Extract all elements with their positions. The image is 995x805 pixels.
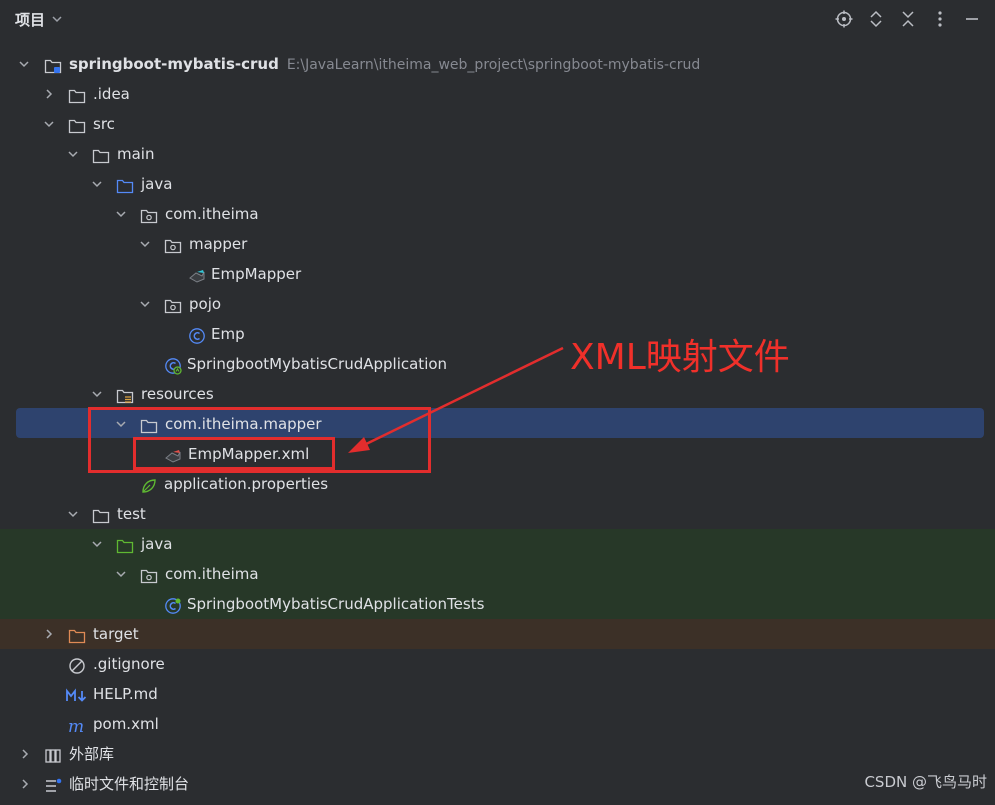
project-toolbar: 项目 xyxy=(0,0,995,38)
annotation-file-box xyxy=(133,437,335,470)
tree-label: main xyxy=(117,145,155,163)
tree-row-test-class[interactable]: SpringbootMybatisCrudApplicationTests xyxy=(0,589,995,619)
tree-row-idea[interactable]: .idea xyxy=(0,79,995,109)
chevron-down-icon[interactable] xyxy=(41,109,57,139)
chevron-right-icon[interactable] xyxy=(41,79,57,109)
tree-row-external-libraries[interactable]: 外部库 xyxy=(0,739,995,769)
watermark: CSDN @飞鸟马时 xyxy=(864,773,987,791)
folder-icon xyxy=(68,115,86,134)
tree-row-pojo-package[interactable]: pojo xyxy=(0,289,995,319)
svg-text:m: m xyxy=(68,717,84,735)
more-options-icon[interactable] xyxy=(927,6,953,32)
chevron-down-icon[interactable] xyxy=(137,229,153,259)
source-folder-icon xyxy=(116,175,134,194)
tree-label: pojo xyxy=(189,295,222,313)
test-source-folder-icon xyxy=(116,535,134,554)
annotation-label: XML映射文件 xyxy=(570,337,790,378)
tree-label: com.itheima xyxy=(165,205,259,223)
chevron-down-icon[interactable] xyxy=(89,379,105,409)
tree-row-test-java[interactable]: java xyxy=(0,529,995,559)
tree-row-src[interactable]: src xyxy=(0,109,995,139)
tree-label: test xyxy=(117,505,146,523)
tree-row-resources[interactable]: resources xyxy=(0,379,995,409)
project-name: springboot-mybatis-crud xyxy=(69,55,279,73)
tree-row-target[interactable]: target xyxy=(0,619,995,649)
package-icon xyxy=(140,565,158,584)
tree-row-gitignore[interactable]: .gitignore xyxy=(0,649,995,679)
tree-row-pom-xml[interactable]: m pom.xml xyxy=(0,709,995,739)
locate-icon[interactable] xyxy=(831,6,857,32)
project-path: E:\JavaLearn\itheima_web_project\springb… xyxy=(286,57,701,73)
tree-row-application-class[interactable]: SpringbootMybatisCrudApplication xyxy=(0,349,995,379)
collapse-all-icon[interactable] xyxy=(895,6,921,32)
tree-row-mapper-package[interactable]: mapper xyxy=(0,229,995,259)
module-folder-icon xyxy=(44,55,62,74)
tree-row-main-java[interactable]: java xyxy=(0,169,995,199)
folder-icon xyxy=(92,505,110,524)
chevron-right-icon[interactable] xyxy=(17,739,33,769)
excluded-folder-icon xyxy=(68,625,86,644)
tree-row-empmapper[interactable]: EmpMapper xyxy=(0,259,995,289)
package-icon xyxy=(164,235,182,254)
chevron-down-icon[interactable] xyxy=(89,169,105,199)
minimize-icon[interactable] xyxy=(959,6,985,32)
package-icon xyxy=(140,205,158,224)
tree-label: SpringbootMybatisCrudApplicationTests xyxy=(187,595,485,613)
expand-all-icon[interactable] xyxy=(863,6,889,32)
chevron-down-icon xyxy=(51,11,63,29)
chevron-right-icon[interactable] xyxy=(17,769,33,799)
tree-row-scratches[interactable]: 临时文件和控制台 xyxy=(0,769,995,799)
tree-label: EmpMapper xyxy=(211,265,302,283)
tree-label: mapper xyxy=(189,235,248,253)
tree-row-package[interactable]: com.itheima xyxy=(0,199,995,229)
tree-label: src xyxy=(93,115,115,133)
tree-label: .idea xyxy=(93,85,130,103)
tree-row-project-root[interactable]: springboot-mybatis-crud E:\JavaLearn\ithe… xyxy=(0,49,995,79)
tree-label: SpringbootMybatisCrudApplication xyxy=(187,355,448,373)
resources-folder-icon xyxy=(116,385,134,404)
project-view-title: 项目 xyxy=(15,11,46,29)
chevron-down-icon[interactable] xyxy=(113,559,129,589)
chevron-down-icon[interactable] xyxy=(65,139,81,169)
library-icon xyxy=(44,745,62,763)
tree-row-main[interactable]: main xyxy=(0,139,995,169)
tree-label: 临时文件和控制台 xyxy=(69,775,190,793)
chevron-down-icon[interactable] xyxy=(65,499,81,529)
chevron-down-icon[interactable] xyxy=(89,529,105,559)
tree-row-emp-class[interactable]: Emp xyxy=(0,319,995,349)
tree-label: Emp xyxy=(211,325,245,343)
ignore-file-icon xyxy=(68,655,86,674)
class-icon xyxy=(188,325,206,344)
markdown-icon xyxy=(66,685,90,703)
tree-label: .gitignore xyxy=(93,655,165,673)
tree-row-test[interactable]: test xyxy=(0,499,995,529)
spring-boot-test-class-icon xyxy=(164,595,182,614)
package-icon xyxy=(164,295,182,314)
tree-label: com.itheima xyxy=(165,565,259,583)
tree-label: 外部库 xyxy=(69,745,115,763)
chevron-down-icon[interactable] xyxy=(113,199,129,229)
mybatis-mapper-icon xyxy=(188,265,206,283)
tree-row-help-md[interactable]: HELP.md xyxy=(0,679,995,709)
tree-row-application-properties[interactable]: application.properties xyxy=(0,469,995,499)
tree-label: resources xyxy=(141,385,214,403)
spring-properties-icon xyxy=(140,475,158,493)
tree-label: target xyxy=(93,625,139,643)
scratches-icon xyxy=(44,775,62,793)
tree-label: java xyxy=(141,175,173,193)
tree-label: application.properties xyxy=(164,475,329,493)
tree-label: java xyxy=(141,535,173,553)
tree-label: HELP.md xyxy=(93,685,158,703)
folder-icon xyxy=(68,85,86,104)
tree-label: pom.xml xyxy=(93,715,159,733)
spring-boot-class-icon xyxy=(164,355,182,375)
folder-icon xyxy=(92,145,110,164)
project-view-selector[interactable]: 项目 xyxy=(15,9,63,30)
tree-row-test-package[interactable]: com.itheima xyxy=(0,559,995,589)
maven-icon: m xyxy=(68,715,86,737)
chevron-right-icon[interactable] xyxy=(41,619,57,649)
chevron-down-icon[interactable] xyxy=(137,289,153,319)
chevron-down-icon[interactable] xyxy=(16,49,32,79)
